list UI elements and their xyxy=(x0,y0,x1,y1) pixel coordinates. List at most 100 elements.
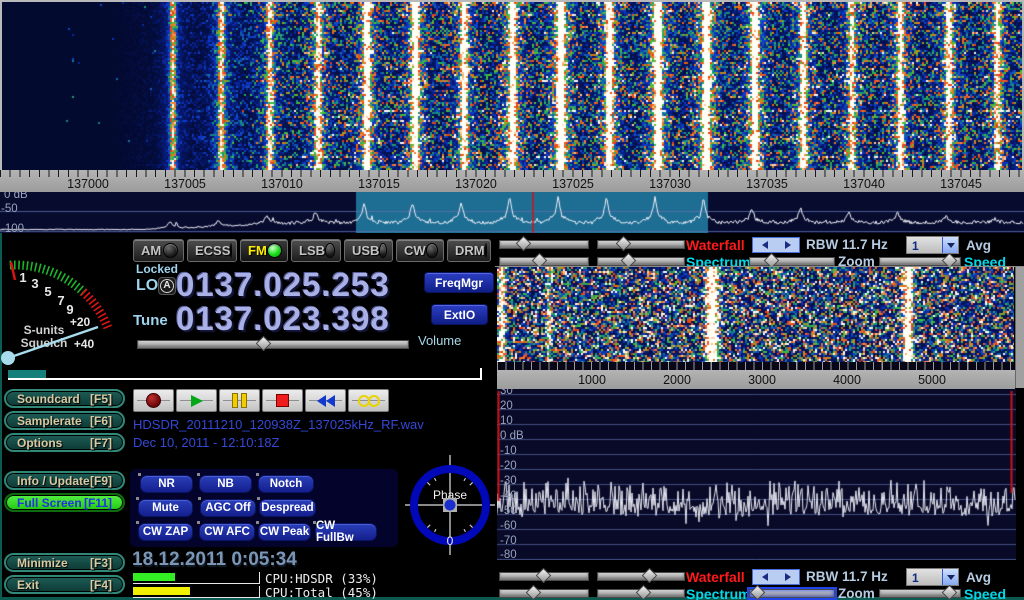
rbw-decrease-button[interactable] xyxy=(753,238,776,252)
spectrum-range-slider-2[interactable] xyxy=(499,589,589,598)
db-label: -70 xyxy=(500,535,517,547)
lo-autolock-icon[interactable]: A xyxy=(158,277,176,295)
main-spectrum-display[interactable]: 0 dB -50 -100 xyxy=(0,192,1024,233)
rbw-spinner[interactable] xyxy=(752,237,800,253)
slider-thumb[interactable] xyxy=(526,585,542,600)
mode-button-lsb[interactable]: LSB xyxy=(291,239,341,262)
tune-label: Tune xyxy=(133,312,168,329)
soundcard-button[interactable]: Soundcard[F5] xyxy=(4,389,125,408)
speed-slider[interactable] xyxy=(879,257,961,266)
avg-label-2: Avg xyxy=(966,570,991,585)
nb-button[interactable]: NB xyxy=(199,475,252,493)
playback-progress-bar[interactable] xyxy=(8,368,482,380)
phase-indicator: Phase 0 xyxy=(405,455,495,555)
cw-fullbw-button[interactable]: CW FullBw xyxy=(315,523,377,541)
phase-zero-label: 0 xyxy=(447,534,454,548)
play-button[interactable] xyxy=(176,389,217,412)
speed-slider-2[interactable] xyxy=(879,589,961,598)
samplerate-button[interactable]: Samplerate[F6] xyxy=(4,411,125,430)
scale-tick-label: 137020 xyxy=(436,177,516,191)
mute-button[interactable]: Mute xyxy=(138,499,193,517)
avg-dropdown-button[interactable] xyxy=(942,237,958,253)
nr-button[interactable]: NR xyxy=(140,475,193,493)
lo-frequency-display[interactable]: 0137.025.253 xyxy=(176,266,390,304)
main-spectrum-trace xyxy=(0,192,1024,233)
cw-peak-button[interactable]: CW Peak xyxy=(258,523,311,541)
spectrum-offset-slider[interactable] xyxy=(597,257,685,266)
avg-dropdown-button[interactable] xyxy=(942,569,958,585)
info-update-button[interactable]: Info / Update[F9] xyxy=(4,471,125,490)
left-arrow-icon xyxy=(762,241,768,249)
volume-slider-thumb[interactable] xyxy=(256,336,272,352)
right-scrollbar[interactable] xyxy=(1015,267,1024,388)
notch-button[interactable]: Notch xyxy=(258,475,314,493)
mode-button-usb[interactable]: USB xyxy=(344,239,393,262)
options-button[interactable]: Options[F7] xyxy=(4,433,125,452)
mode-button-drm[interactable]: DRM xyxy=(447,239,491,262)
loop-button[interactable] xyxy=(348,389,389,412)
s-meter: 1 3 5 7 9 +20 +40 S-units Squelch xyxy=(0,236,130,370)
locked-label: Locked xyxy=(136,262,178,276)
pause-button[interactable] xyxy=(219,389,260,412)
minimize-button[interactable]: Minimize[F3] xyxy=(4,553,125,572)
cw-afc-button[interactable]: CW AFC xyxy=(199,523,255,541)
fullscreen-button[interactable]: Full Screen[F11] xyxy=(4,493,125,512)
record-button[interactable] xyxy=(133,389,174,412)
mode-led-icon xyxy=(485,243,487,258)
db-label: 20 xyxy=(500,400,513,412)
waterfall-contrast-slider-2[interactable] xyxy=(597,572,685,581)
slider-thumb[interactable] xyxy=(616,236,632,252)
main-frequency-scale[interactable]: 137000 137005 137010 137015 137020 13702… xyxy=(0,170,1024,192)
rewind-button[interactable] xyxy=(305,389,346,412)
despread-button[interactable]: Despread xyxy=(259,499,316,517)
mode-led-icon xyxy=(426,243,438,258)
rbw-increase-button[interactable] xyxy=(776,570,799,584)
freqmgr-button[interactable]: FreqMgr xyxy=(424,272,494,293)
slider-thumb[interactable] xyxy=(942,585,958,600)
mode-button-am[interactable]: AM xyxy=(133,239,184,262)
rbw-decrease-button[interactable] xyxy=(753,570,776,584)
waterfall-brightness-slider-2[interactable] xyxy=(499,572,589,581)
zoom-slider-2[interactable] xyxy=(749,589,835,598)
db-label: -10 xyxy=(500,445,517,457)
scale-tick-label: 137000 xyxy=(48,177,128,191)
volume-slider[interactable] xyxy=(137,340,409,349)
slider-thumb[interactable] xyxy=(750,585,766,600)
volume-label: Volume xyxy=(418,333,461,348)
avg-dropdown-2[interactable]: 1 xyxy=(906,568,959,586)
agc-off-button[interactable]: AGC Off xyxy=(200,499,256,517)
mode-button-cw[interactable]: CW xyxy=(396,239,444,262)
zoom-slider[interactable] xyxy=(749,257,835,266)
mode-button-ecss[interactable]: ECSS xyxy=(187,239,237,262)
mode-button-fm[interactable]: FM xyxy=(240,239,288,262)
main-scale-ticks xyxy=(0,170,1024,177)
audio-waterfall-display[interactable] xyxy=(497,267,1014,362)
waterfall-brightness-slider[interactable] xyxy=(499,240,589,249)
mode-label: CW xyxy=(404,243,426,258)
slider-thumb[interactable] xyxy=(516,236,532,252)
avg-dropdown-value: 1 xyxy=(912,571,919,585)
slider-thumb[interactable] xyxy=(642,568,658,584)
waterfall-contrast-slider[interactable] xyxy=(597,240,685,249)
recording-date: Dec 10, 2011 - 12:10:18Z xyxy=(133,435,279,450)
button-fkey: [F4] xyxy=(90,578,112,592)
exit-button[interactable]: Exit[F4] xyxy=(4,575,125,594)
audio-spectrum-display[interactable]: 30 20 10 0 dB -10 -20 -30 -40 -50 -60 -7… xyxy=(497,389,1016,560)
slider-thumb[interactable] xyxy=(536,568,552,584)
cpu-total-label: CPU:Total (45%) xyxy=(265,585,378,600)
lo-autolock-letter: A xyxy=(160,279,174,293)
spectrum-range-slider[interactable] xyxy=(499,257,589,266)
rbw-increase-button[interactable] xyxy=(776,238,799,252)
zoom-label-2: Zoom xyxy=(838,586,875,600)
avg-dropdown[interactable]: 1 xyxy=(906,236,959,254)
slider-thumb[interactable] xyxy=(636,585,652,600)
extio-button[interactable]: ExtIO xyxy=(431,304,488,325)
main-waterfall-display[interactable] xyxy=(2,2,1022,170)
spectrum-offset-slider-2[interactable] xyxy=(597,589,685,598)
tune-frequency-display[interactable]: 0137.023.398 xyxy=(176,300,390,338)
rbw-spinner-2[interactable] xyxy=(752,569,800,585)
squelch-label: Squelch xyxy=(21,336,68,350)
stop-button[interactable] xyxy=(262,389,303,412)
audio-frequency-scale[interactable]: 1000 2000 3000 4000 5000 xyxy=(497,370,1015,389)
cw-zap-button[interactable]: CW ZAP xyxy=(138,523,193,541)
